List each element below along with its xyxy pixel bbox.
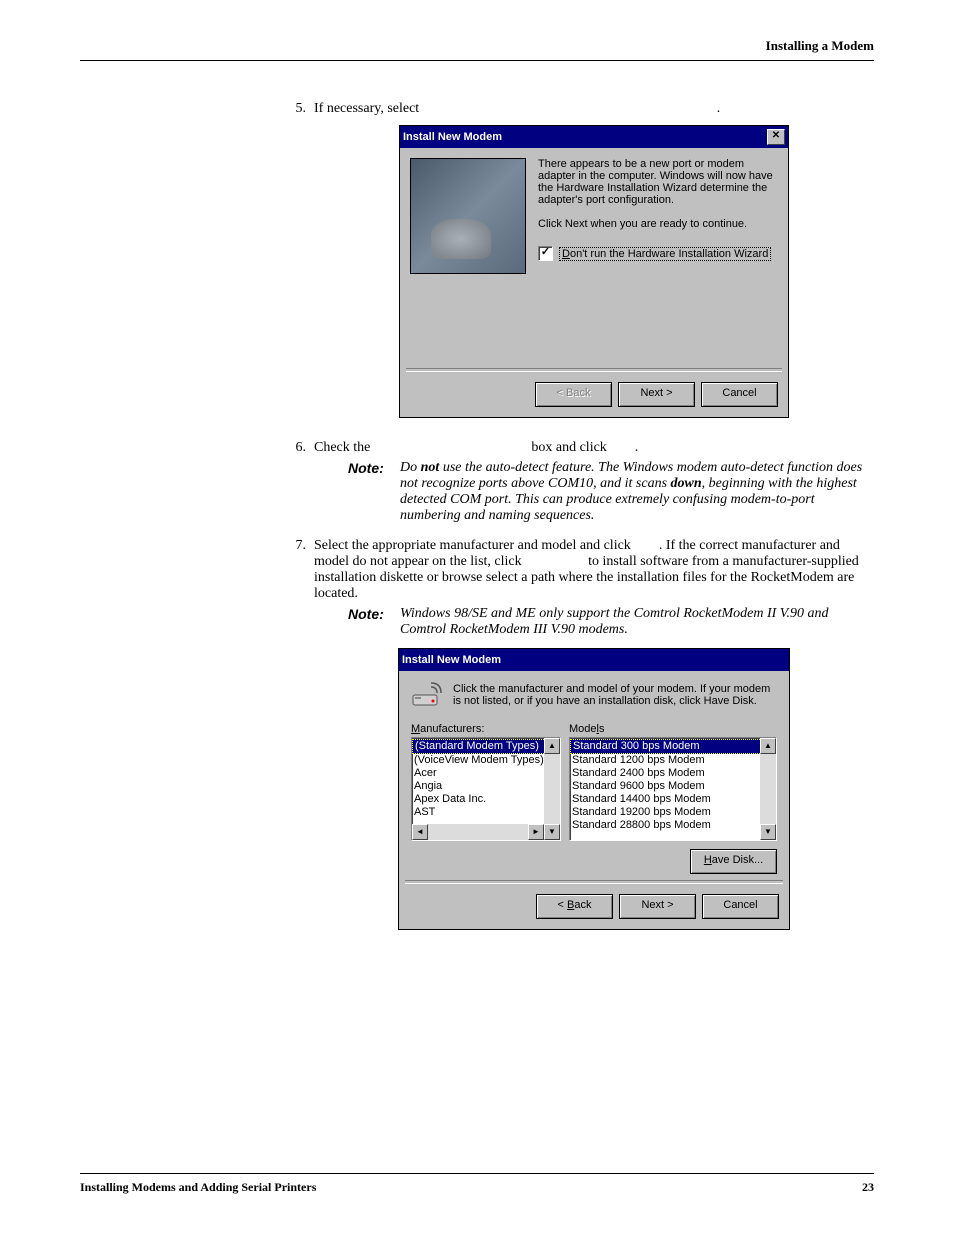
back-button: < Back [535, 382, 612, 407]
list-item[interactable]: Acer [412, 767, 560, 780]
step-7: 7. Select the appropriate manufacturer a… [280, 538, 874, 944]
dialog-title: Install New Modem [403, 131, 767, 143]
next-button[interactable]: Next > [619, 894, 696, 919]
cancel-button[interactable]: Cancel [702, 894, 779, 919]
list-item[interactable]: AST [412, 806, 560, 819]
scrollbar-vertical[interactable]: ▲ ▼ [760, 738, 776, 840]
scrollbar-vertical[interactable]: ▲ ▼ [544, 738, 560, 840]
note-label: Note: [348, 606, 400, 638]
scroll-up-icon[interactable]: ▲ [544, 738, 560, 754]
list-item[interactable]: Standard 300 bps Modem [570, 739, 776, 754]
note-2-text: Windows 98/SE and ME only support the Co… [400, 606, 874, 638]
step-number: 5. [280, 101, 314, 432]
scroll-right-icon[interactable]: ► [528, 824, 544, 840]
list-item[interactable]: (VoiceView Modem Types) [412, 754, 560, 767]
models-label: Models [569, 723, 777, 735]
note-2: Note: Windows 98/SE and ME only support … [348, 606, 874, 638]
install-modem-dialog-2: Install New Modem [398, 648, 790, 930]
step-6-trail: . [635, 440, 639, 455]
step-5-trail: . [717, 101, 721, 116]
step-5: 5. If necessary, select . Install New Mo… [280, 101, 874, 432]
step-number: 6. [280, 440, 314, 530]
list-item[interactable]: Standard 28800 bps Modem [570, 819, 776, 832]
wizard-image [410, 158, 526, 274]
step-6: 6. Check the box and click . Note: Do no… [280, 440, 874, 530]
back-button[interactable]: < Back [536, 894, 613, 919]
list-item[interactable]: Standard 1200 bps Modem [570, 754, 776, 767]
page-number: 23 [862, 1180, 874, 1195]
list-item[interactable]: Standard 9600 bps Modem [570, 780, 776, 793]
dialog-titlebar: Install New Modem [399, 649, 789, 671]
note-1: Note: Do not use the auto-detect feature… [348, 460, 874, 524]
header-rule [80, 60, 874, 61]
footer-title: Installing Modems and Adding Serial Prin… [80, 1180, 316, 1195]
cancel-button[interactable]: Cancel [701, 382, 778, 407]
list-item[interactable]: Angia [412, 780, 560, 793]
list-item[interactable]: Standard 14400 bps Modem [570, 793, 776, 806]
note-1-text: Do not use the auto-detect feature. The … [400, 460, 874, 524]
manufacturers-label: Manufacturers: [411, 723, 561, 735]
dialog-text-2: Click Next when you are ready to continu… [538, 218, 778, 230]
scroll-down-icon[interactable]: ▼ [760, 824, 776, 840]
list-item[interactable]: Standard 2400 bps Modem [570, 767, 776, 780]
dialog-title: Install New Modem [402, 654, 786, 666]
dialog-separator [405, 880, 783, 884]
dialog-separator [406, 368, 782, 372]
dialog-instruction: Click the manufacturer and model of your… [453, 681, 777, 713]
scroll-up-icon[interactable]: ▲ [760, 738, 776, 754]
dont-run-wizard-checkbox[interactable]: ✓ [538, 246, 553, 261]
list-item[interactable]: Standard 19200 bps Modem [570, 806, 776, 819]
page-header-section: Installing a Modem [80, 38, 874, 60]
scroll-down-icon[interactable]: ▼ [544, 824, 560, 840]
page-footer: Installing Modems and Adding Serial Prin… [80, 1173, 874, 1195]
list-item[interactable]: Apex Data Inc. [412, 793, 560, 806]
modem-icon [411, 681, 443, 713]
dialog-text-1: There appears to be a new port or modem … [538, 158, 778, 206]
close-icon[interactable]: ✕ [767, 129, 785, 145]
step-7-text-a: Select the appropriate manufacturer and … [314, 538, 631, 553]
dialog-titlebar: Install New Modem ✕ [400, 126, 788, 148]
step-6-pre: Check the [314, 440, 370, 455]
dont-run-wizard-label: Don't run the Hardware Installation Wiza… [559, 247, 771, 261]
next-button[interactable]: Next > [618, 382, 695, 407]
step-5-text: If necessary, select [314, 101, 419, 116]
manufacturers-listbox[interactable]: (Standard Modem Types) (VoiceView Modem … [411, 737, 561, 841]
list-item[interactable]: (Standard Modem Types) [412, 739, 560, 754]
scroll-left-icon[interactable]: ◄ [412, 824, 428, 840]
have-disk-button[interactable]: Have Disk... [690, 849, 777, 874]
note-label: Note: [348, 460, 400, 524]
step-number: 7. [280, 538, 314, 944]
scrollbar-horizontal[interactable]: ◄ ► [412, 824, 544, 840]
step-6-mid: box and click [531, 440, 606, 455]
install-modem-dialog-1: Install New Modem ✕ There appears to be … [399, 125, 789, 418]
models-listbox[interactable]: Standard 300 bps Modem Standard 1200 bps… [569, 737, 777, 841]
